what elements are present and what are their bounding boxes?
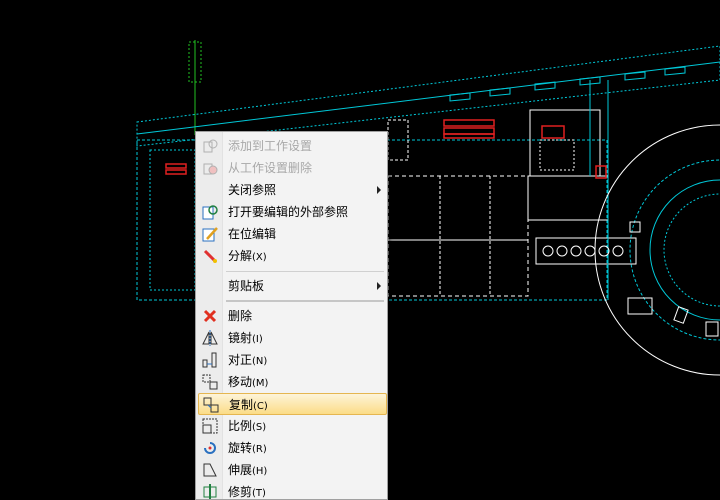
rotate-icon	[202, 440, 218, 456]
menu-item-trim[interactable]: 修剪(T)	[198, 481, 387, 499]
menu-item-scale[interactable]: 比例(S)	[198, 415, 387, 437]
menu-item-rotate[interactable]: 旋转(R)	[198, 437, 387, 459]
edit-in-place-icon	[202, 226, 218, 242]
menu-item-label: 删除	[228, 309, 253, 323]
menu-item-remove-from-working-set[interactable]: 从工作设置删除	[198, 157, 387, 179]
circular-hall	[594, 124, 720, 376]
menu-item-align[interactable]: 对正(N)	[198, 349, 387, 371]
menu-item-mirror[interactable]: 镜射(I)	[198, 327, 387, 349]
menu-item-label: 修剪(T)	[228, 485, 266, 499]
menu-separator	[226, 271, 384, 272]
xref-add-icon	[202, 138, 218, 154]
menu-item-edit-in-place[interactable]: 在位编辑	[198, 223, 387, 245]
menu-item-label: 在位编辑	[228, 227, 277, 241]
menu-item-label: 复制(C)	[229, 398, 268, 412]
submenu-arrow-icon	[377, 282, 381, 290]
menu-item-explode[interactable]: 分解(X)	[198, 245, 387, 267]
scale-icon	[202, 418, 218, 434]
submenu-arrow-icon	[377, 186, 381, 194]
menu-item-label: 分解(X)	[228, 249, 267, 263]
menu-item-label: 旋转(R)	[228, 441, 267, 455]
open-xref-icon	[202, 204, 218, 220]
align-icon	[202, 352, 218, 368]
context-menu: 添加到工作设置 从工作设置删除 关闭参照 打开要编辑的外部参照 在位编辑 分解(…	[195, 131, 388, 500]
menu-item-label: 比例(S)	[228, 419, 267, 433]
menu-item-clipboard[interactable]: 剪贴板	[198, 275, 387, 297]
menu-item-label: 剪贴板	[228, 279, 265, 293]
stretch-icon	[202, 462, 218, 478]
menu-item-label: 关闭参照	[228, 183, 277, 197]
menu-item-label: 伸展(H)	[228, 463, 268, 477]
menu-separator	[226, 300, 384, 302]
move-icon	[202, 374, 218, 390]
mirror-icon	[202, 330, 218, 346]
menu-item-move[interactable]: 移动(M)	[198, 371, 387, 393]
menu-item-copy[interactable]: 复制(C)	[198, 393, 387, 415]
menu-item-delete[interactable]: 删除	[198, 305, 387, 327]
menu-item-label: 移动(M)	[228, 375, 269, 389]
copy-icon	[203, 397, 219, 413]
menu-item-label: 镜射(I)	[228, 331, 263, 345]
menu-item-stretch[interactable]: 伸展(H)	[198, 459, 387, 481]
menu-item-add-to-working-set[interactable]: 添加到工作设置	[198, 135, 387, 157]
menu-item-label: 打开要编辑的外部参照	[228, 205, 349, 219]
explode-icon	[202, 248, 218, 264]
xref-remove-icon	[202, 160, 218, 176]
trim-icon	[202, 484, 218, 499]
menu-item-close-xref[interactable]: 关闭参照	[198, 179, 387, 201]
menu-item-label: 添加到工作设置	[228, 139, 313, 153]
menu-item-open-xref[interactable]: 打开要编辑的外部参照	[198, 201, 387, 223]
menu-item-label: 从工作设置删除	[228, 161, 313, 175]
menu-item-label: 对正(N)	[228, 353, 268, 367]
delete-icon	[202, 308, 218, 324]
